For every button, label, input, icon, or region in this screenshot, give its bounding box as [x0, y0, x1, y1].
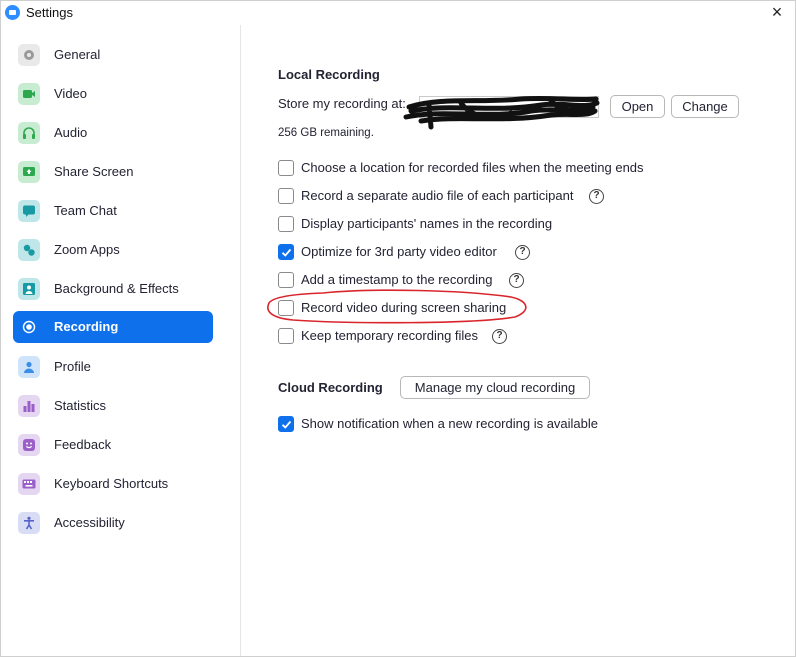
option-label: Choose a location for recorded files whe… — [301, 160, 644, 175]
title-bar: Settings × — [1, 1, 795, 25]
sidebar-item-video[interactable]: Video — [13, 78, 213, 110]
smiley-icon — [18, 434, 40, 456]
sidebar-item-label: General — [54, 47, 101, 62]
option-label: Show notification when a new recording i… — [301, 416, 599, 431]
choose-location-checkbox[interactable] — [278, 160, 294, 176]
window-title: Settings — [26, 5, 73, 20]
keep-temp-files-checkbox[interactable] — [278, 328, 294, 344]
sidebar-item-accessibility[interactable]: Accessibility — [13, 507, 213, 539]
sidebar-item-label: Feedback — [54, 437, 112, 452]
sidebar-item-label: Video — [54, 86, 88, 101]
sidebar-item-team-chat[interactable]: Team Chat — [13, 195, 213, 227]
option-label: Optimize for 3rd party video editor — [301, 244, 497, 259]
apps-icon — [18, 239, 40, 261]
manage-cloud-recording-button[interactable]: Manage my cloud recording — [400, 376, 590, 399]
sidebar-item-label: Zoom Apps — [54, 242, 120, 257]
separate-audio-checkbox[interactable] — [278, 188, 294, 204]
sidebar-item-label: Accessibility — [54, 515, 125, 530]
chat-bubble-icon — [18, 200, 40, 222]
participant-names-checkbox[interactable] — [278, 216, 294, 232]
sidebar-item-zoom-apps[interactable]: Zoom Apps — [13, 234, 213, 266]
help-icon[interactable]: ? — [515, 245, 530, 260]
settings-window: Settings × General Video Audio Share Scr… — [0, 0, 796, 657]
option-label: Add a timestamp to the recording — [301, 272, 493, 287]
profile-icon — [18, 356, 40, 378]
sidebar-item-recording[interactable]: Recording — [13, 311, 213, 343]
local-recording-title: Local Recording — [278, 67, 380, 82]
sidebar-item-feedback[interactable]: Feedback — [13, 429, 213, 461]
sidebar-item-label: Team Chat — [54, 203, 117, 218]
sidebar-item-label: Statistics — [54, 398, 107, 413]
space-remaining-text: 256 GB remaining. — [278, 127, 374, 139]
cloud-notification-checkbox[interactable] — [278, 416, 294, 432]
sidebar-item-share-screen[interactable]: Share Screen — [13, 156, 213, 188]
bar-chart-icon — [18, 395, 40, 417]
option-label: Display participants' names in the recor… — [301, 216, 553, 231]
sidebar-item-label: Background & Effects — [54, 281, 179, 296]
option-label: Keep temporary recording files — [301, 328, 479, 343]
sidebar-item-general[interactable]: General — [13, 39, 213, 71]
sidebar-item-audio[interactable]: Audio — [13, 117, 213, 149]
keyboard-icon — [18, 473, 40, 495]
help-icon[interactable]: ? — [589, 189, 604, 204]
optimize-editor-checkbox[interactable] — [278, 244, 294, 260]
open-folder-button[interactable]: Open — [610, 95, 665, 118]
sidebar-item-label: Audio — [54, 125, 88, 140]
sidebar-item-label: Keyboard Shortcuts — [54, 476, 169, 491]
person-background-icon — [18, 278, 40, 300]
sidebar-item-label: Profile — [54, 359, 91, 374]
sidebar-item-keyboard-shortcuts[interactable]: Keyboard Shortcuts — [13, 468, 213, 500]
sidebar-item-background-effects[interactable]: Background & Effects — [13, 273, 213, 305]
option-label: Record a separate audio file of each par… — [301, 188, 574, 203]
change-folder-button[interactable]: Change — [671, 95, 739, 118]
zoom-logo-icon — [5, 5, 20, 20]
checkmark-icon — [281, 420, 292, 429]
sidebar-item-label: Recording — [54, 319, 119, 334]
record-icon — [18, 316, 40, 338]
sidebar-item-statistics[interactable]: Statistics — [13, 390, 213, 422]
timestamp-checkbox[interactable] — [278, 272, 294, 288]
store-location-label: Store my recording at: — [278, 96, 406, 111]
help-icon[interactable]: ? — [509, 273, 524, 288]
help-icon[interactable]: ? — [492, 329, 507, 344]
share-screen-icon — [18, 161, 40, 183]
sidebar-item-profile[interactable]: Profile — [13, 351, 213, 383]
red-circle-annotation — [267, 289, 527, 324]
gear-icon — [18, 44, 40, 66]
close-button[interactable]: × — [767, 3, 787, 23]
cloud-recording-title: Cloud Recording — [278, 380, 383, 395]
checkmark-icon — [281, 248, 292, 257]
redacted-path-scribble — [403, 95, 600, 130]
sidebar-item-label: Share Screen — [54, 164, 134, 179]
video-camera-icon — [18, 83, 40, 105]
accessibility-icon — [18, 512, 40, 534]
settings-sidebar: General Video Audio Share Screen Team Ch — [1, 25, 241, 656]
headphones-icon — [18, 122, 40, 144]
